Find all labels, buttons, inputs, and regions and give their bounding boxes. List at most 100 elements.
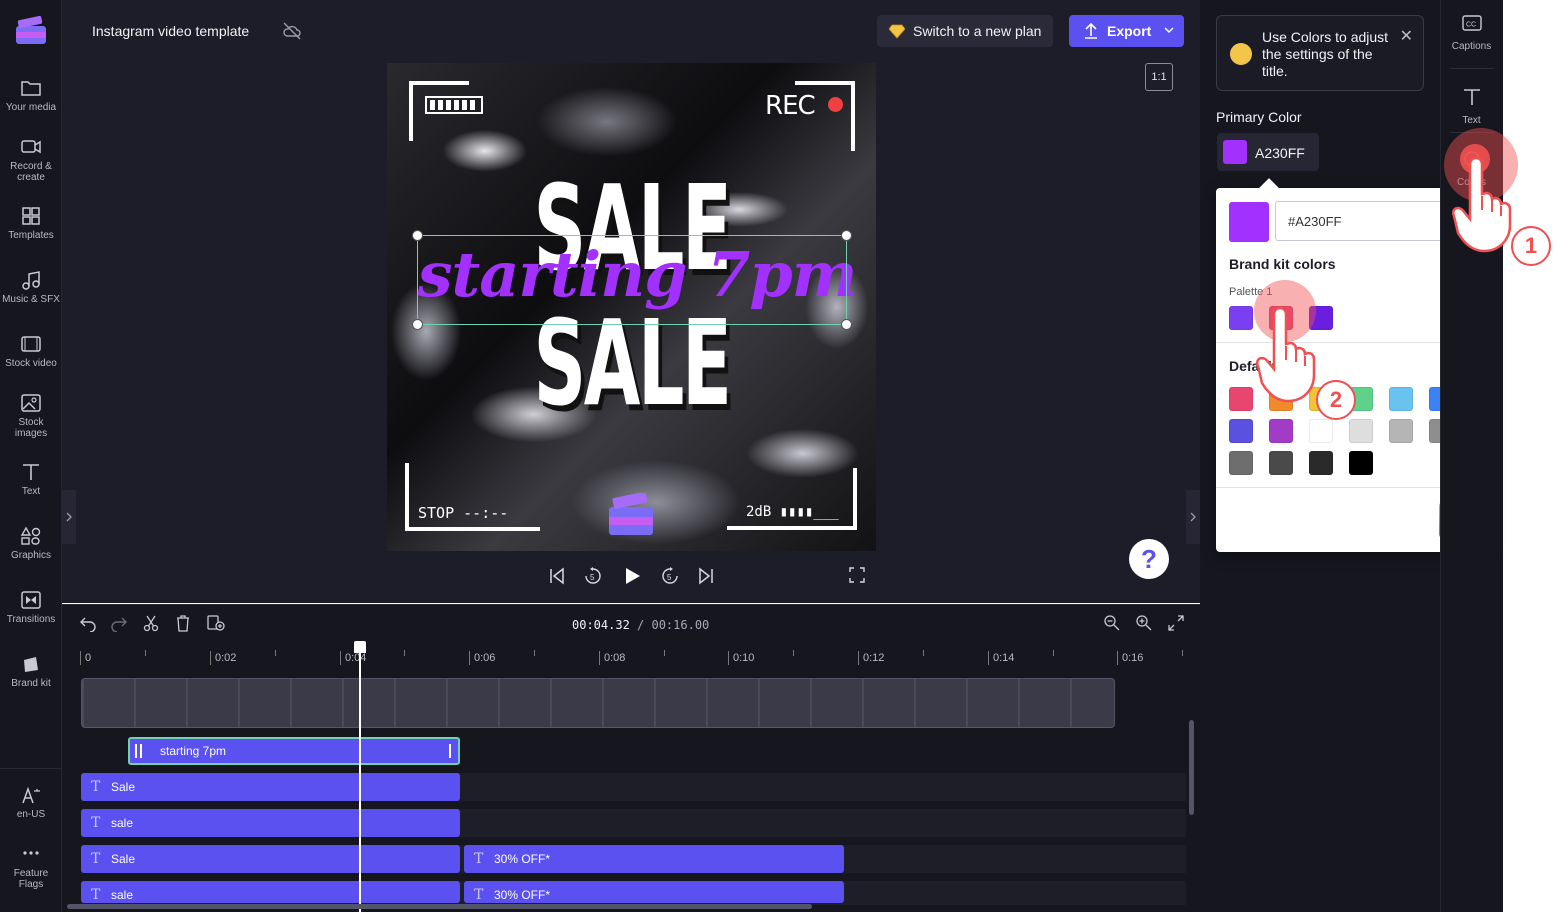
help-button[interactable]: ? [1129, 539, 1169, 579]
ruler-tick [1182, 650, 1183, 656]
skip-forward-icon[interactable] [697, 566, 715, 586]
left-panel-toggle[interactable] [62, 490, 76, 544]
close-icon[interactable]: ✕ [1400, 26, 1413, 46]
timeline-clip-sale[interactable]: Tsale [81, 881, 460, 903]
zoom-out-icon[interactable] [1103, 614, 1121, 632]
chevron-down-icon [1164, 27, 1174, 34]
horizontal-scrollbar[interactable] [67, 904, 812, 909]
nav-brand-kit[interactable]: Brand kit [0, 654, 62, 689]
vertical-scrollbar[interactable] [1189, 720, 1194, 815]
clip-label: sale [111, 816, 134, 830]
nav-templates[interactable]: Templates [0, 206, 62, 241]
transitions-icon [21, 591, 41, 609]
nav-label: Graphics [10, 550, 51, 561]
fullscreen-icon[interactable] [849, 566, 865, 584]
redo-icon[interactable] [110, 614, 128, 632]
video-track-clip[interactable] [81, 678, 1115, 728]
right-panel-toggle[interactable] [1186, 490, 1200, 544]
timeline-clip-sale[interactable]: T Sale [81, 845, 460, 873]
aspect-ratio-button[interactable]: 1:1 [1145, 63, 1173, 91]
zoom-in-icon[interactable] [1135, 614, 1153, 632]
nav-stock-video[interactable]: Stock video [0, 334, 62, 369]
undo-icon[interactable] [79, 614, 97, 632]
nav-label: Your media [5, 102, 57, 113]
duplicate-icon[interactable] [206, 614, 226, 632]
trim-handle-left[interactable] [135, 744, 142, 758]
svg-text:5: 5 [667, 573, 672, 582]
play-icon[interactable] [622, 566, 642, 586]
brand-swatch[interactable] [1229, 306, 1253, 330]
text-icon [1463, 89, 1480, 105]
nav-transitions[interactable]: Transitions [0, 590, 62, 625]
nav-label: Stock video [5, 358, 57, 369]
fit-timeline-icon[interactable] [1167, 614, 1185, 632]
video-preview[interactable]: REC SALE SALE starting 7pm STOP --:-- 2d… [387, 63, 876, 551]
resize-handle[interactable] [841, 319, 852, 330]
nav-language[interactable]: en-US [0, 785, 62, 820]
playhead[interactable] [359, 645, 361, 912]
timeline-clip-sale[interactable]: T Sale [81, 773, 460, 801]
delete-trash-icon[interactable] [174, 614, 192, 632]
trim-handle-right[interactable] [449, 744, 453, 758]
default-swatch[interactable] [1269, 451, 1293, 475]
nav-graphics[interactable]: Graphics [0, 526, 62, 561]
skip-back-icon[interactable] [548, 566, 566, 586]
nav-label: Brand kit [11, 678, 51, 689]
rail-text[interactable]: Text [1440, 88, 1503, 126]
default-swatch[interactable] [1229, 451, 1253, 475]
nav-label: Feature Flags [13, 868, 49, 890]
playhead-handle[interactable] [354, 641, 366, 653]
svg-text:5: 5 [590, 573, 595, 582]
resize-handle[interactable] [412, 319, 423, 330]
nav-feature-flags[interactable]: Feature Flags [0, 844, 62, 890]
brand-kit-heading[interactable]: Brand kit colors [1229, 256, 1336, 272]
tip-card: Use Colors to adjust the settings of the… [1216, 15, 1424, 91]
default-swatch[interactable] [1389, 387, 1413, 411]
clip-label: 30% OFF* [494, 852, 551, 866]
default-swatch[interactable] [1349, 451, 1373, 475]
clip-label: starting 7pm [160, 744, 227, 758]
rail-label: Captions [1451, 41, 1492, 52]
rail-captions[interactable]: CC Captions [1440, 14, 1503, 52]
resize-handle[interactable] [841, 230, 852, 241]
nav-label: Text [21, 486, 41, 497]
default-swatch[interactable] [1309, 451, 1333, 475]
text-icon: T [91, 779, 101, 795]
chevron-right-icon [1190, 512, 1196, 522]
ruler-label: 0:14 [988, 651, 1014, 665]
default-swatch[interactable] [1229, 387, 1253, 411]
timeline-clip-30-off[interactable]: T 30% OFF* [464, 845, 844, 873]
project-title[interactable]: Instagram video template [92, 23, 249, 39]
default-swatch[interactable] [1229, 419, 1253, 443]
primary-color-button[interactable]: A230FF [1217, 133, 1319, 171]
nav-music-sfx[interactable]: Music & SFX [0, 270, 62, 305]
timeline-clip-sale[interactable]: Tsale [81, 809, 460, 837]
nav-your-media[interactable]: Your media [0, 78, 62, 113]
rewind-5s-icon[interactable]: 5 [583, 566, 603, 586]
default-swatch[interactable] [1389, 419, 1413, 443]
plan-button-label: Switch to a new plan [913, 23, 1042, 39]
language-icon [22, 786, 40, 804]
primary-color-hex: A230FF [1255, 145, 1305, 161]
split-scissors-icon[interactable] [142, 614, 160, 632]
ruler-tick [793, 650, 794, 656]
timeline-clip-starting-7pm[interactable]: starting 7pm [128, 737, 460, 765]
step-badge-1: 1 [1511, 226, 1551, 266]
emoji-icon [1230, 43, 1252, 65]
default-swatch[interactable] [1349, 419, 1373, 443]
nav-stock-images[interactable]: Stock images [0, 393, 62, 439]
forward-5s-icon[interactable]: 5 [660, 566, 680, 586]
default-swatch[interactable] [1269, 419, 1293, 443]
current-time: 00:04.32 [572, 618, 630, 632]
ruler-tick [275, 650, 276, 656]
resize-handle[interactable] [412, 230, 423, 241]
nav-record-create[interactable]: Record & create [0, 137, 62, 183]
nav-label: Templates [8, 230, 54, 241]
switch-plan-button[interactable]: Switch to a new plan [877, 15, 1054, 47]
timeline-clip-30-off[interactable]: T 30% OFF* [464, 881, 844, 903]
default-swatch[interactable] [1309, 419, 1333, 443]
nav-text[interactable]: Text [0, 462, 62, 497]
editor-header: Instagram video template Switch to a new… [62, 0, 1200, 60]
ruler-tick [404, 650, 405, 656]
export-button[interactable]: Export [1069, 15, 1184, 47]
